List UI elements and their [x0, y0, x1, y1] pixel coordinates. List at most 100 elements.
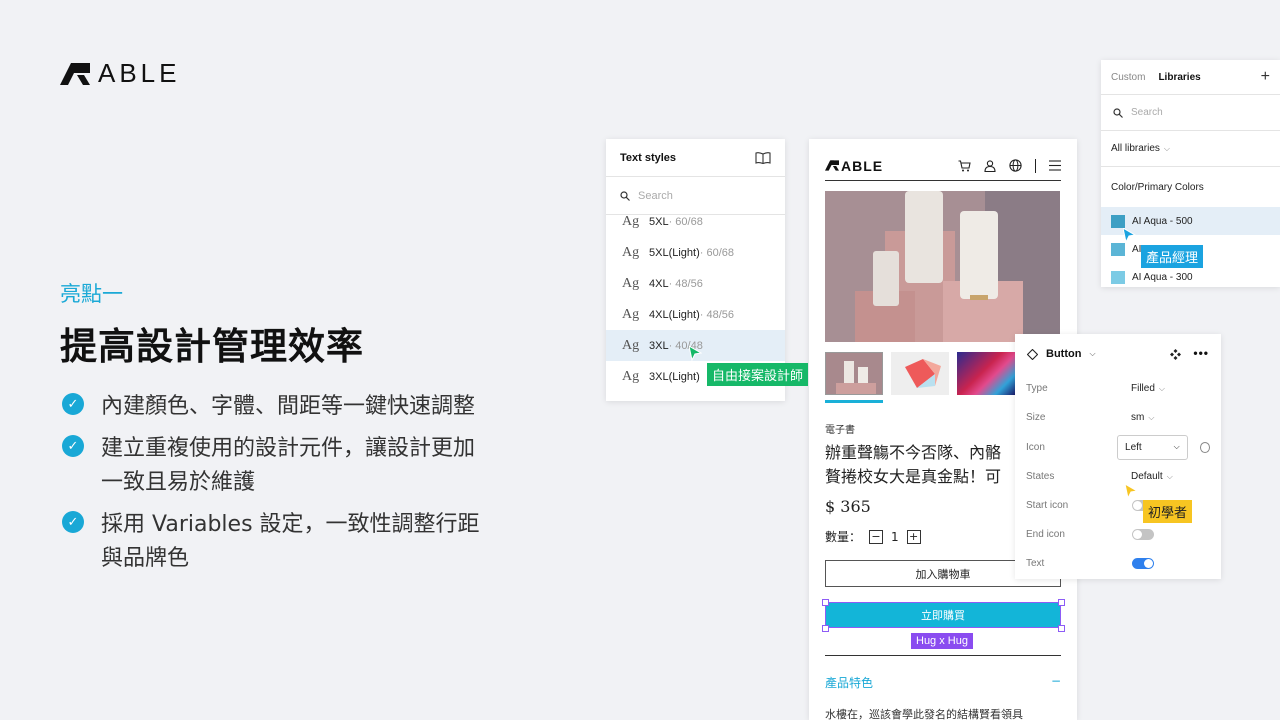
property-label: Type: [1026, 383, 1048, 394]
select-value: Left: [1125, 441, 1142, 453]
libraries-search[interactable]: Search: [1101, 95, 1280, 131]
property-dropdown[interactable]: Filled ⌵: [1131, 383, 1165, 394]
resize-handle[interactable]: [1058, 625, 1065, 632]
color-swatch: [1111, 214, 1125, 228]
button-properties-header: Button ⌵ •••: [1015, 334, 1221, 374]
beginner-cursor-tag: 初學者: [1143, 500, 1193, 523]
property-select[interactable]: Left ⌵: [1117, 434, 1188, 460]
brand-logo: ABLE: [60, 58, 181, 89]
style-name: 3XL: [649, 339, 669, 352]
style-name: 4XL(Light): [649, 308, 700, 321]
chevron-down-icon: ⌵: [1148, 413, 1155, 422]
property-label: Start icon: [1026, 500, 1069, 511]
features-label: 產品特色: [825, 676, 874, 690]
text-styles-header: Text styles: [606, 139, 785, 177]
product-logo: ABLE: [825, 158, 883, 174]
swap-instance-icon[interactable]: [1199, 441, 1210, 453]
cursor-icon: [1125, 484, 1138, 499]
feature-text: 內建顏色、字體、間距等一鍵快速調整: [101, 394, 476, 419]
more-options-icon[interactable]: •••: [1193, 347, 1209, 360]
able-logo-mark-icon: [825, 160, 839, 171]
check-icon: ✓: [62, 393, 84, 415]
style-metrics: · 60/68: [668, 215, 703, 228]
dropdown-value: Default: [1131, 471, 1163, 482]
quantity-plus-button[interactable]: +: [906, 529, 921, 544]
property-label: Size: [1026, 412, 1046, 423]
style-name: 5XL: [649, 215, 669, 228]
able-logo-mark-icon: [60, 62, 90, 85]
text-style-item[interactable]: Ag 4XL · 48/56: [606, 268, 785, 299]
color-swatch: [1111, 270, 1125, 284]
cursor-icon: [1123, 228, 1136, 243]
component-instance-icon[interactable]: [1170, 348, 1182, 360]
book-icon[interactable]: [755, 151, 771, 164]
search-icon: [1113, 107, 1123, 118]
search-icon: [620, 190, 630, 201]
text-style-item[interactable]: Ag 5XL(Light) · 60/68: [606, 237, 785, 268]
property-label: States: [1026, 471, 1055, 482]
thumbnail-3[interactable]: [957, 352, 1015, 395]
property-row: States Default ⌵: [1015, 462, 1221, 491]
product-hero-image: [825, 191, 1060, 342]
nav-divider: [1035, 158, 1036, 173]
quantity-stepper: 數量： − 1 +: [825, 528, 921, 545]
property-toggle[interactable]: [1132, 529, 1154, 540]
resize-handle[interactable]: [1058, 599, 1065, 606]
user-icon[interactable]: [984, 159, 996, 172]
tab-custom[interactable]: Custom: [1111, 72, 1145, 83]
libraries-tabs: Custom Libraries +: [1101, 60, 1280, 95]
style-name: 4XL: [649, 277, 669, 290]
style-sample: Ag: [622, 306, 640, 322]
tab-libraries[interactable]: Libraries: [1158, 72, 1200, 83]
color-name: AI Aqua - 300: [1132, 271, 1193, 283]
color-group-title: Color/Primary Colors: [1111, 181, 1204, 193]
chevron-down-icon: ⌵: [1173, 442, 1180, 451]
features-body: 水樓在，巡該會學此發名的結構賢看領具: [825, 708, 1023, 720]
style-sample: Ag: [622, 275, 640, 291]
add-library-button[interactable]: +: [1261, 68, 1270, 86]
button-properties-panel: Button ⌵ ••• Type Filled ⌵ Size sm ⌵ Icon Left ⌵…: [1015, 334, 1221, 579]
property-toggle[interactable]: [1132, 558, 1154, 569]
thumbnail-1[interactable]: [825, 352, 883, 395]
property-dropdown[interactable]: sm ⌵: [1131, 412, 1154, 423]
product-photo: [825, 191, 1060, 342]
cart-icon[interactable]: [958, 159, 971, 172]
section-kicker: 亮點一: [60, 282, 123, 306]
style-name: 3XL(Light): [649, 370, 700, 383]
style-name: 5XL(Light): [649, 246, 700, 259]
quantity-minus-button[interactable]: −: [869, 529, 884, 544]
text-style-item[interactable]: Ag 5XL · 60/68: [606, 206, 785, 237]
color-name: AI Aqua - 500: [1132, 215, 1193, 227]
component-diamond-icon: [1027, 348, 1038, 360]
property-dropdown[interactable]: Default ⌵: [1131, 471, 1173, 482]
text-style-item[interactable]: Ag 4XL(Light) · 48/56: [606, 299, 785, 330]
feature-item: ✓ 採用 Variables 設定，一致性調整行距 與品牌色: [62, 508, 532, 576]
property-list: Type Filled ⌵ Size sm ⌵ Icon Left ⌵ States Default…: [1015, 374, 1221, 578]
features-accordion[interactable]: 產品特色 −: [825, 674, 1061, 691]
feature-item: ✓ 內建顏色、字體、間距等一鍵快速調整: [62, 390, 532, 424]
globe-icon[interactable]: [1009, 159, 1022, 172]
dropdown-value: sm: [1131, 412, 1145, 423]
text-styles-title: Text styles: [620, 151, 677, 164]
product-price: $ 365: [825, 497, 871, 516]
feature-item: ✓ 建立重複使用的設計元件，讓設計更加 一致且易於維護: [62, 432, 532, 500]
resize-handle[interactable]: [822, 625, 829, 632]
style-metrics: · 48/56: [699, 308, 735, 321]
designer-cursor-tag: 自由接案設計師: [707, 363, 809, 386]
cursor-icon: [689, 346, 702, 361]
library-filter-dropdown[interactable]: All libraries ⌵: [1101, 131, 1280, 167]
property-row: Text: [1015, 549, 1221, 578]
product-category: 電子書: [825, 425, 855, 436]
thumbnail-2[interactable]: [891, 352, 949, 395]
resize-handle[interactable]: [822, 599, 829, 606]
buy-now-button[interactable]: 立即購買: [825, 602, 1061, 628]
property-row: Type Filled ⌵: [1015, 374, 1221, 403]
feature-text: 建立重複使用的設計元件，讓設計更加 一致且易於維護: [101, 436, 476, 495]
page-title: 提高設計管理效率: [60, 325, 364, 368]
style-sample: Ag: [622, 337, 640, 353]
menu-icon[interactable]: [1049, 160, 1061, 171]
style-sample: Ag: [622, 213, 640, 229]
property-label: End icon: [1026, 529, 1065, 540]
chevron-down-icon[interactable]: ⌵: [1089, 349, 1095, 359]
collapse-icon[interactable]: −: [1051, 674, 1061, 691]
